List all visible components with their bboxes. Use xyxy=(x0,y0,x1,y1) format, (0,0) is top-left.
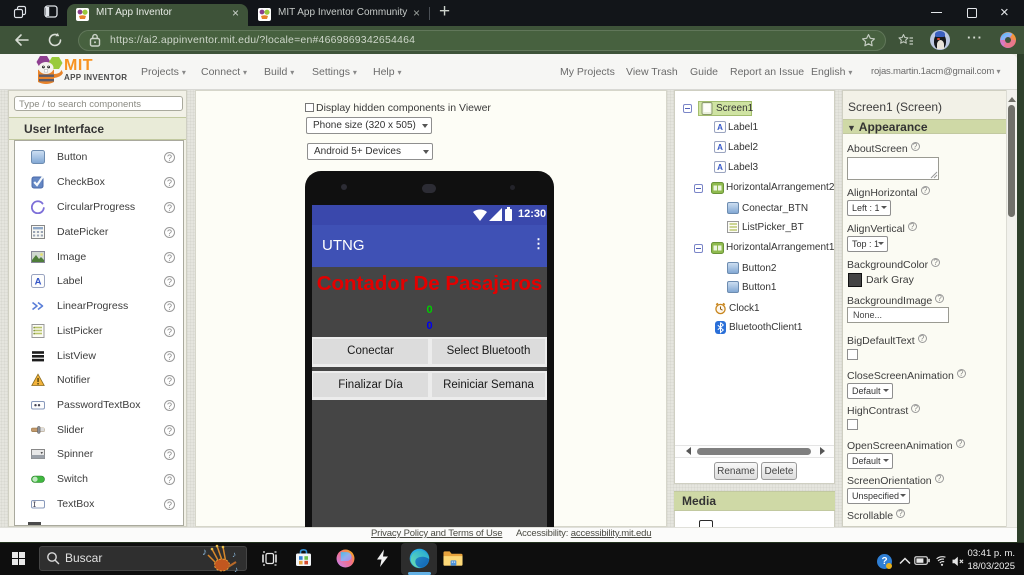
svg-text:♪: ♪ xyxy=(202,547,207,558)
svg-text:♪: ♪ xyxy=(234,565,238,573)
svg-text:♪: ♪ xyxy=(232,550,236,559)
